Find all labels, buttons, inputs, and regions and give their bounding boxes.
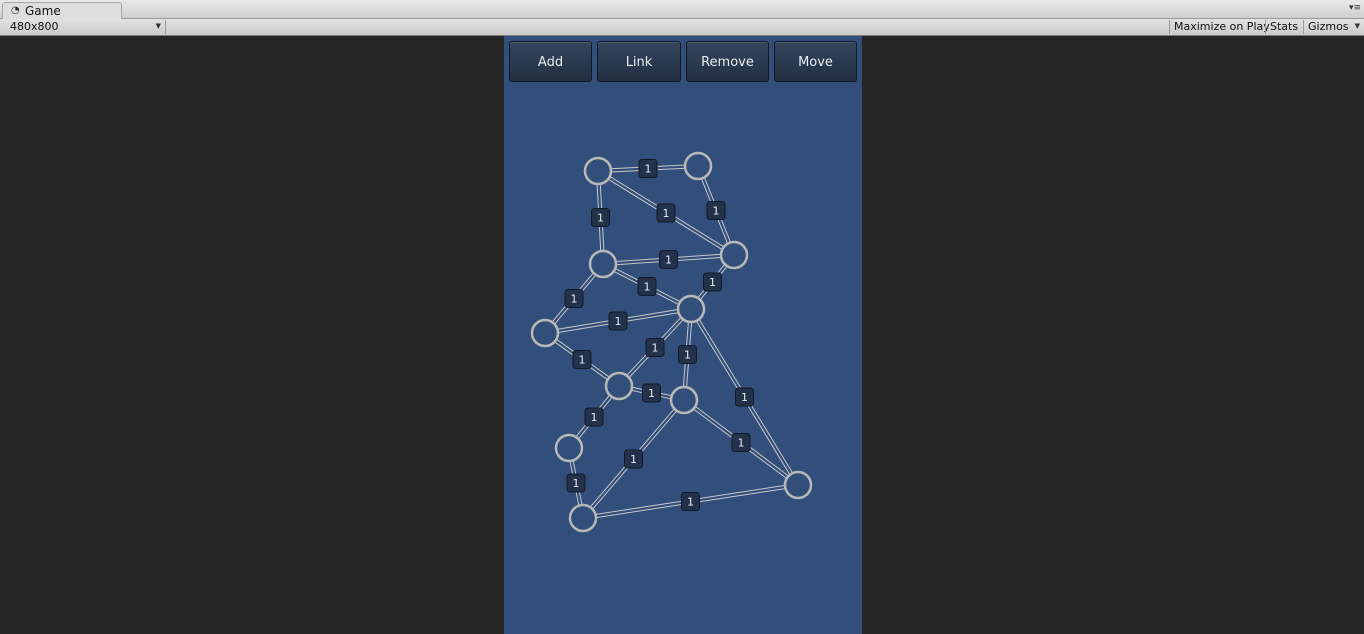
edge-weight-badge[interactable]: 1 [656,203,676,223]
graph-node[interactable] [676,294,706,324]
graph-node[interactable] [683,151,713,181]
editor-tab-bar: ◔ Game ▾≡ [0,0,1364,19]
edge-weight-label: 1 [597,212,604,225]
game-toolbar: 480x800 ▼ Maximize on Play Stats Gizmos … [0,19,1364,36]
edge-weight-badge[interactable]: 1 [584,407,604,427]
edge-weight-label: 1 [713,205,720,218]
edge-weight-label: 1 [579,354,586,367]
edge-weight-badge[interactable]: 1 [731,433,751,452]
edge-weight-badge[interactable]: 1 [566,473,586,493]
edge-weight-label: 1 [645,163,652,176]
graph-node[interactable] [604,371,634,401]
edge-weight-badge[interactable]: 1 [703,272,722,292]
graph-node[interactable] [719,240,749,270]
graph-node[interactable] [568,503,598,533]
game-viewport[interactable]: Add Link Remove Move 1111111111111111111 [504,36,862,634]
edge-weight-label: 1 [644,281,651,294]
edge-weight-badge[interactable]: 1 [591,208,610,227]
dropdown-arrow-icon: ▼ [155,22,161,30]
edge-weight-label: 1 [648,387,655,400]
edge-weight-badge[interactable]: 1 [638,159,658,178]
edge-weight-label: 1 [591,411,598,424]
edge-weight-badge[interactable]: 1 [659,250,678,269]
edge-weight-label: 1 [630,453,637,466]
edge-weight-label: 1 [709,276,716,289]
tab-title: Game [25,4,61,18]
edge-weight-label: 1 [665,254,672,267]
edge-weight-label: 1 [684,349,691,362]
gizmos-dropdown[interactable]: Gizmos [1303,20,1362,34]
tab-menu-icon[interactable]: ▾≡ [1349,3,1361,13]
edge-weight-label: 1 [571,293,578,306]
edge-weight-badge[interactable]: 1 [572,350,592,369]
maximize-on-play-toggle[interactable]: Maximize on Play [1169,20,1274,34]
resolution-label: 480x800 [10,20,59,33]
edge-weight-label: 1 [663,207,670,220]
resolution-dropdown[interactable]: 480x800 ▼ [4,20,166,34]
graph-node[interactable] [783,470,813,500]
edge-weight-badge[interactable]: 1 [678,345,697,364]
gizmos-dropdown-arrow-icon: ▼ [1354,22,1360,30]
edge-weight-label: 1 [741,391,748,404]
graph-node[interactable] [583,156,613,186]
stats-toggle[interactable]: Stats [1265,20,1302,34]
graph-node[interactable] [554,433,584,463]
graph-node[interactable] [669,385,699,415]
edge-weight-badge[interactable]: 1 [637,277,657,296]
edge-weight-label: 1 [687,496,694,509]
edge-weight-label: 1 [615,315,622,328]
edge-weight-badge[interactable]: 1 [564,289,584,308]
graph-canvas[interactable]: 1 1 1 1 1 1 1 1 1 1 1 1 1 1 1 1 1 1 1 [504,36,862,634]
edge-weight-badge[interactable]: 1 [608,311,628,331]
graph-node[interactable] [588,249,618,279]
edge-weight-badge[interactable]: 1 [681,492,700,511]
edge-weight-badge[interactable]: 1 [624,449,643,469]
graph-node[interactable] [530,318,560,348]
edge-weight-badge[interactable]: 1 [735,387,754,407]
edge-weight-badge[interactable]: 1 [706,201,726,220]
edge-weight-badge[interactable]: 1 [645,338,665,357]
edge-weight-badge[interactable]: 1 [642,383,661,403]
gizmos-label: Gizmos [1308,20,1349,33]
edge-weight-label: 1 [652,342,659,355]
tab-game[interactable]: ◔ Game [2,2,122,19]
edge-weight-label: 1 [573,477,580,490]
unity-game-icon: ◔ [11,5,20,16]
edge-weight-label: 1 [738,437,745,450]
